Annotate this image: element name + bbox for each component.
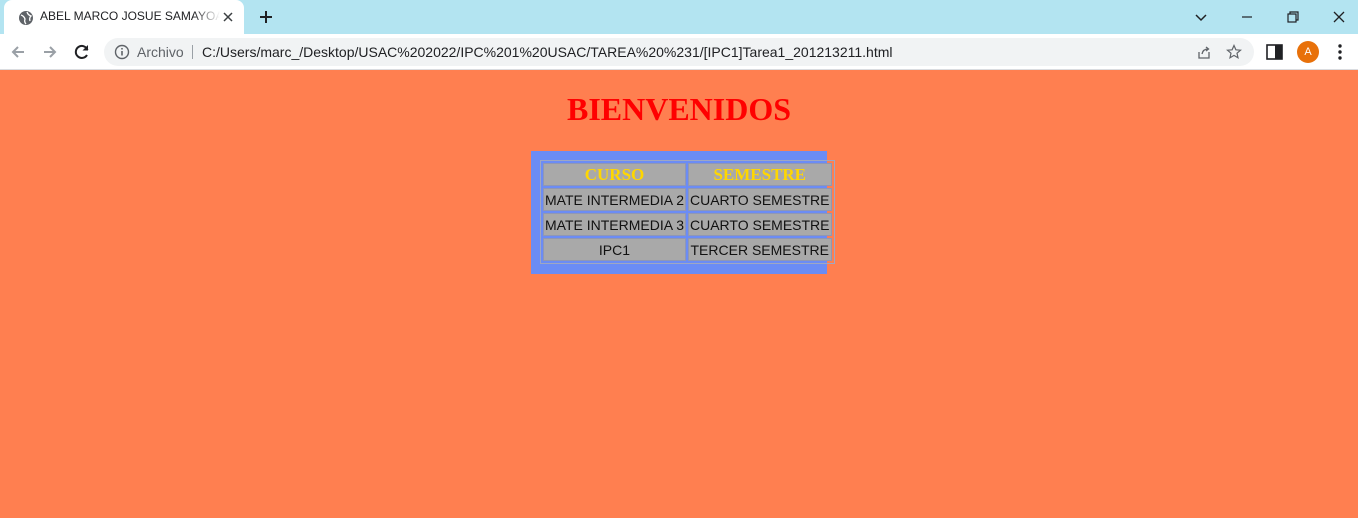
new-tab-button[interactable]: [256, 7, 276, 27]
browser-toolbar: Archivo C:/Users/marc_/Desktop/USAC%2020…: [0, 34, 1358, 70]
close-window-button[interactable]: [1329, 7, 1349, 27]
page-content: BIENVENIDOS CURSO SEMESTRE MATE INTERMED…: [0, 71, 1358, 518]
page-heading: BIENVENIDOS: [566, 91, 792, 127]
omnibox-divider: [192, 45, 193, 59]
table-row: IPC1 TERCER SEMESTRE: [543, 238, 832, 261]
courses-table-container: CURSO SEMESTRE MATE INTERMEDIA 2 CUARTO …: [531, 151, 835, 274]
tab-strip: ABEL MARCO JOSUE SAMAYOA P: [0, 0, 1358, 34]
table-row: MATE INTERMEDIA 2 CUARTO SEMESTRE: [543, 188, 832, 211]
browser-tab[interactable]: ABEL MARCO JOSUE SAMAYOA P: [4, 0, 244, 34]
url-text[interactable]: C:/Users/marc_/Desktop/USAC%202022/IPC%2…: [202, 44, 893, 60]
close-tab-icon[interactable]: [220, 9, 236, 25]
cell-semestre: TERCER SEMESTRE: [687, 238, 832, 261]
globe-icon: [19, 11, 33, 25]
table-row: MATE INTERMEDIA 3 CUARTO SEMESTRE: [543, 213, 832, 236]
bookmark-star-icon[interactable]: [1226, 44, 1242, 60]
header-curso: CURSO: [543, 163, 686, 186]
courses-table: CURSO SEMESTRE MATE INTERMEDIA 2 CUARTO …: [540, 160, 835, 264]
cell-curso: IPC1: [543, 238, 686, 261]
tab-search-chevron-icon[interactable]: [1191, 7, 1211, 27]
tab-title: ABEL MARCO JOSUE SAMAYOA P: [40, 9, 220, 23]
info-icon[interactable]: [114, 44, 130, 60]
header-semestre: SEMESTRE: [687, 163, 832, 186]
address-bar[interactable]: Archivo C:/Users/marc_/Desktop/USAC%2020…: [104, 38, 1254, 66]
restore-button[interactable]: [1283, 7, 1303, 27]
forward-arrow-icon[interactable]: [40, 42, 60, 62]
back-arrow-icon[interactable]: [8, 42, 28, 62]
cell-curso: MATE INTERMEDIA 2: [543, 188, 686, 211]
cell-semestre: CUARTO SEMESTRE: [687, 188, 832, 211]
minimize-button[interactable]: [1237, 7, 1257, 27]
site-info-label: Archivo: [137, 44, 184, 60]
cell-semestre: CUARTO SEMESTRE: [687, 213, 832, 236]
side-panel-icon[interactable]: [1266, 44, 1284, 60]
reload-icon[interactable]: [72, 42, 92, 62]
more-menu-icon[interactable]: [1332, 42, 1348, 62]
cell-curso: MATE INTERMEDIA 3: [543, 213, 686, 236]
profile-avatar[interactable]: A: [1297, 41, 1319, 63]
share-icon[interactable]: [1196, 44, 1212, 60]
table-header-row: CURSO SEMESTRE: [543, 163, 832, 186]
